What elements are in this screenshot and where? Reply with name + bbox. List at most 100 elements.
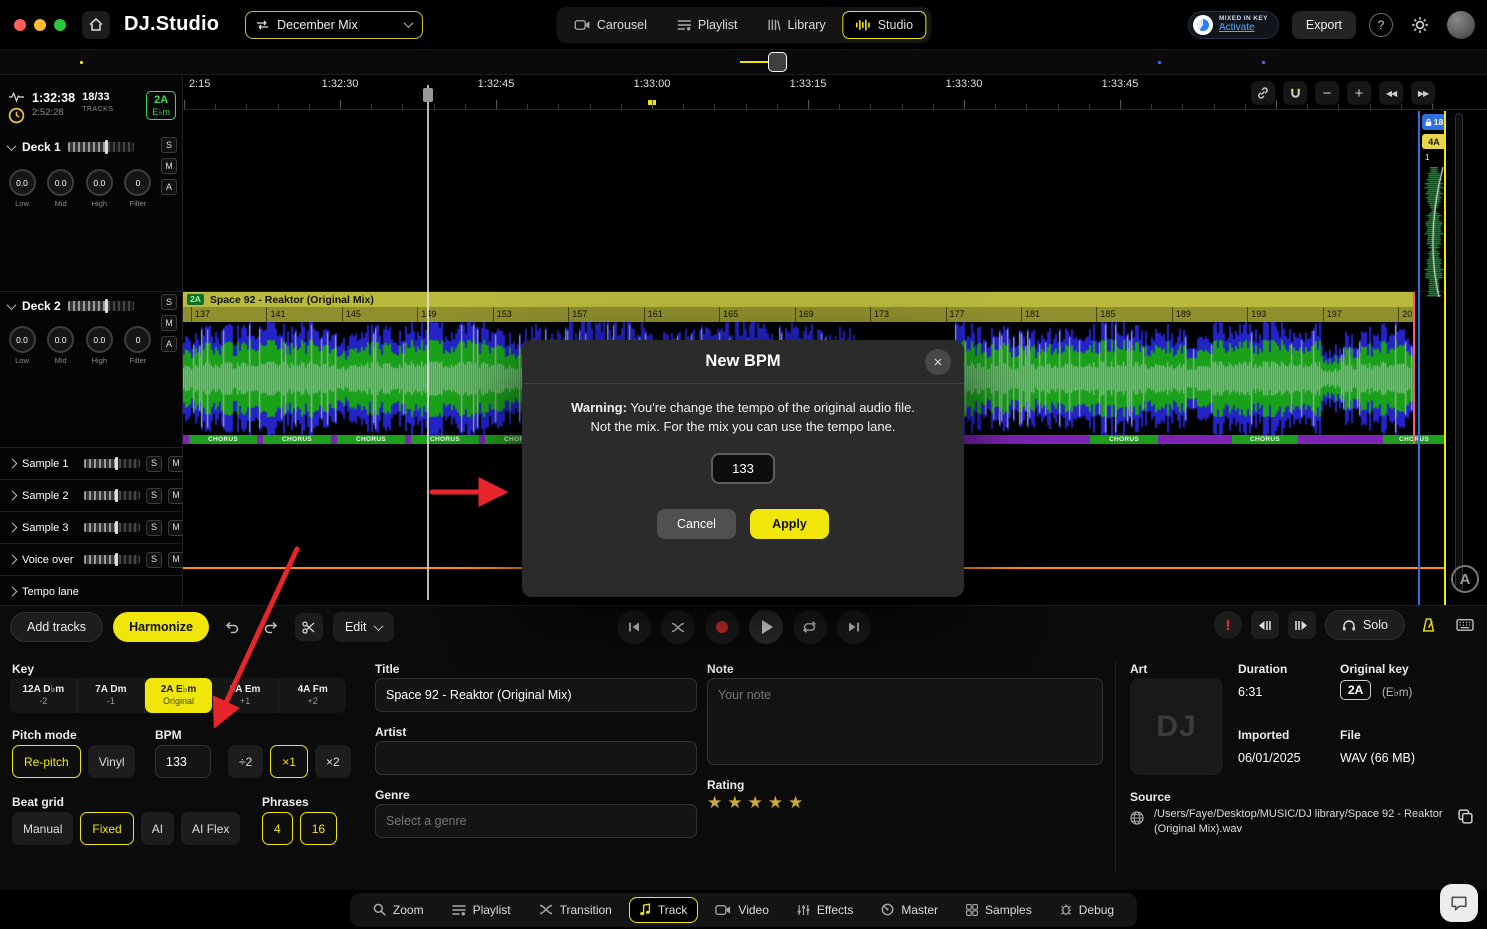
metronome-button[interactable] [1414, 611, 1442, 639]
vinyl-button[interactable]: Vinyl [88, 745, 136, 778]
keyboard-shortcuts-button[interactable] [1451, 611, 1479, 639]
sample-1-s-button[interactable]: S [146, 456, 162, 472]
16-button[interactable]: 16 [300, 812, 337, 845]
avatar[interactable] [1447, 11, 1475, 39]
transition-jump-button[interactable] [661, 610, 695, 644]
bar-number-strip[interactable]: 1371411451491531571611651691731771811851… [183, 307, 1413, 322]
close-window-button[interactable] [14, 19, 26, 31]
deck-1-a-button[interactable]: A [161, 179, 177, 195]
fast-forward-button[interactable]: ▶▶ [1411, 81, 1435, 105]
undo-button[interactable] [219, 613, 247, 641]
solo-button[interactable]: Solo [1325, 610, 1405, 640]
tab-samples[interactable]: Samples [955, 897, 1043, 923]
vertical-scrollbar[interactable] [1455, 113, 1463, 591]
voice-over-volume-slider[interactable] [84, 555, 140, 564]
help-button[interactable]: ? [1369, 13, 1393, 37]
playhead[interactable] [427, 85, 429, 600]
tab-video[interactable]: Video [704, 897, 779, 923]
zoom-in-button[interactable]: + [1347, 81, 1371, 105]
deck-2-a-button[interactable]: A [161, 336, 177, 352]
loop-button[interactable] [793, 610, 827, 644]
chevron-right-icon[interactable] [8, 555, 18, 565]
sample-2-m-button[interactable]: M [168, 488, 184, 504]
bpm-input[interactable] [155, 745, 211, 778]
key-option-12a-d-m[interactable]: 12A D♭m-2 [10, 678, 78, 713]
deck-1-s-button[interactable]: S [161, 137, 177, 153]
artist-input[interactable] [375, 741, 697, 775]
deck-1-m-button[interactable]: M [161, 158, 177, 174]
deck-1-low-knob-dial[interactable]: 0.0 [9, 169, 36, 196]
next-track-clip[interactable]: 18 4A 1 [1418, 111, 1446, 605]
sample-3-m-button[interactable]: M [168, 520, 184, 536]
rating-star[interactable]: ★ [768, 793, 783, 813]
re-pitch-button[interactable]: Re-pitch [12, 745, 81, 778]
settings-gear-icon[interactable] [1406, 11, 1434, 39]
4-button[interactable]: 4 [262, 812, 293, 845]
track-clip-header[interactable]: 2A Space 92 - Reaktor (Original Mix) [183, 292, 1413, 307]
sample-2-s-button[interactable]: S [146, 488, 162, 504]
skip-to-end-button[interactable] [837, 610, 871, 644]
nudge-back-button[interactable] [1251, 611, 1279, 639]
nav-carousel[interactable]: Carousel [561, 11, 660, 39]
deck-2-filter-knob-dial[interactable]: 0 [124, 326, 151, 353]
deck-2-m-button[interactable]: M [161, 315, 177, 331]
alert-button[interactable]: ! [1214, 611, 1242, 639]
album-art-placeholder[interactable]: DJ [1130, 678, 1223, 775]
deck-1-high-knob-dial[interactable]: 0.0 [86, 169, 113, 196]
tab-master[interactable]: Master [870, 897, 949, 923]
mix-selector[interactable]: December Mix [245, 11, 423, 39]
-1-button[interactable]: ×1 [270, 745, 308, 778]
rewind-button[interactable]: ◀◀ [1379, 81, 1403, 105]
chevron-right-icon[interactable] [8, 491, 18, 501]
phrase-segment[interactable] [1298, 435, 1383, 444]
chorus-segment[interactable]: CHORUS [411, 435, 479, 444]
automation-button[interactable]: A [1451, 565, 1479, 593]
tab-effects[interactable]: Effects [786, 897, 864, 923]
-2-button[interactable]: ×2 [315, 745, 351, 778]
sample-1-m-button[interactable]: M [168, 456, 184, 472]
key-option-4a-fm[interactable]: 4A Fm+2 [279, 678, 346, 713]
overview-position-marker[interactable] [768, 52, 787, 72]
harmonize-button[interactable]: Harmonize [113, 612, 209, 642]
rating-star[interactable]: ★ [788, 793, 803, 813]
nav-playlist[interactable]: Playlist [664, 11, 751, 39]
sample-2-volume-slider[interactable] [84, 491, 140, 500]
home-button[interactable] [82, 11, 110, 39]
genre-input[interactable] [375, 804, 697, 838]
sample-1-volume-slider[interactable] [84, 459, 140, 468]
deck-2-mid-knob-dial[interactable]: 0.0 [47, 326, 74, 353]
mix-overview-strip[interactable] [0, 50, 1487, 75]
tab-track[interactable]: Track [629, 897, 699, 923]
minimize-window-button[interactable] [34, 19, 46, 31]
rating-star[interactable]: ★ [748, 793, 763, 813]
chevron-down-icon[interactable] [7, 300, 17, 310]
fixed-button[interactable]: Fixed [80, 812, 133, 845]
add-tracks-button[interactable]: Add tracks [10, 612, 103, 642]
record-button[interactable] [705, 610, 739, 644]
deck-2-high-knob-dial[interactable]: 0.0 [86, 326, 113, 353]
nav-library[interactable]: Library [754, 11, 838, 39]
voice-over-s-button[interactable]: S [146, 552, 162, 568]
skip-to-start-button[interactable] [617, 610, 651, 644]
key-option-9a-em[interactable]: 9A Em+1 [212, 678, 280, 713]
note-input[interactable] [707, 678, 1103, 765]
sample-3-volume-slider[interactable] [84, 523, 140, 532]
mixed-in-key-badge[interactable]: MIXED IN KEY Activate [1188, 11, 1279, 39]
apply-button[interactable]: Apply [750, 509, 829, 539]
nav-studio[interactable]: Studio [843, 11, 926, 39]
tab-debug[interactable]: Debug [1049, 897, 1125, 923]
maximize-window-button[interactable] [54, 19, 66, 31]
voice-over-m-button[interactable]: M [168, 552, 184, 568]
edit-menu-button[interactable]: Edit [333, 612, 394, 642]
-2-button[interactable]: ÷2 [228, 745, 263, 778]
zoom-out-button[interactable]: − [1315, 81, 1339, 105]
cut-scissors-button[interactable] [295, 613, 323, 641]
chorus-segment[interactable]: CHORUS [337, 435, 405, 444]
tab-playlist[interactable]: Playlist [441, 897, 522, 923]
key-option-2a-e-m[interactable]: 2A E♭mOriginal [145, 678, 212, 713]
chevron-right-icon[interactable] [8, 587, 18, 597]
deck-2-volume-slider[interactable] [68, 301, 134, 311]
new-bpm-input[interactable] [711, 453, 775, 484]
chevron-right-icon[interactable] [8, 523, 18, 533]
ai-button[interactable]: AI [141, 812, 174, 845]
